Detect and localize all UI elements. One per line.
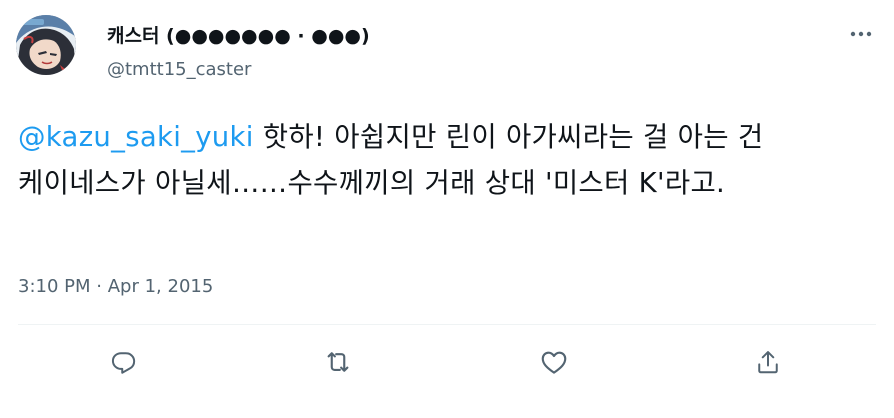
like-button[interactable] [534,342,574,382]
tweet-time: 3:10 PM [18,276,91,297]
more-options-button[interactable] [846,22,876,46]
share-icon [758,351,778,374]
reply-button[interactable] [104,342,144,382]
like-icon [541,351,567,374]
tweet-text: @kazu_saki_yuki 핫하! 아쉽지만 린이 아가씨라는 걸 아는 건… [18,114,878,206]
divider [18,324,876,325]
tweet-card: 캐스터 (●●●●●●● · ●●●) @tmtt15_caster @kazu… [0,0,894,418]
more-horizontal-icon [850,31,872,37]
retweet-icon [327,352,349,372]
share-button[interactable] [748,342,788,382]
mention-link[interactable]: @kazu_saki_yuki [18,121,254,153]
timestamp-separator: · [96,276,102,297]
author-handle[interactable]: @tmtt15_caster [107,58,251,82]
avatar-image [16,15,76,75]
action-bar [0,342,894,382]
reply-icon [111,352,136,374]
tweet-timestamp[interactable]: 3:10 PM · Apr 1, 2015 [18,275,213,299]
avatar[interactable] [16,15,76,75]
author-display-name[interactable]: 캐스터 (●●●●●●● · ●●●) [107,24,370,48]
tweet-date: Apr 1, 2015 [107,276,214,297]
retweet-button[interactable] [318,342,358,382]
